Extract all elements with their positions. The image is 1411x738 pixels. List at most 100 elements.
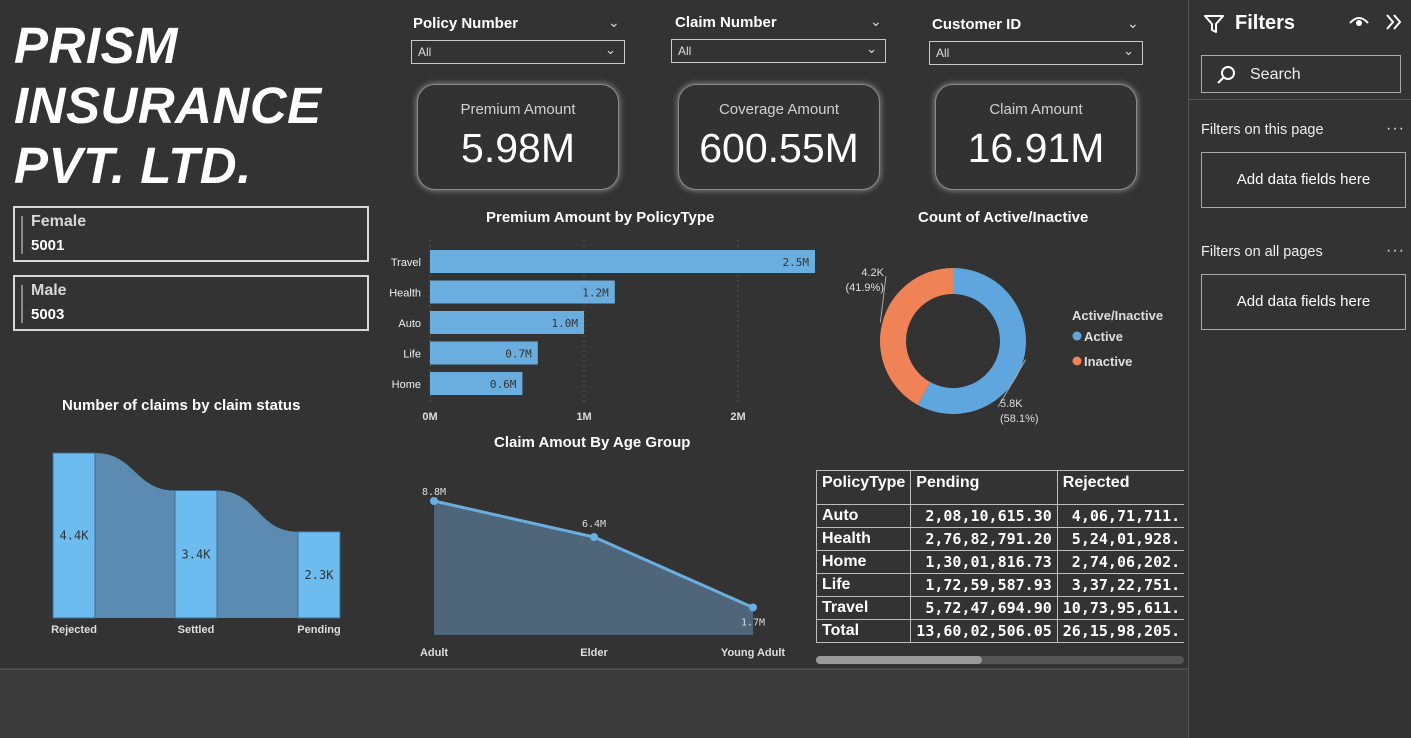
matrix-scrollbar-thumb[interactable] xyxy=(816,656,982,664)
more-options-icon[interactable]: ··· xyxy=(1386,242,1405,260)
collapse-icon[interactable] xyxy=(1385,13,1403,31)
category-label: Young Adult xyxy=(721,647,785,659)
coverage-amount-card[interactable]: Coverage Amount 600.55M xyxy=(678,84,880,190)
matrix-row: Health 2,76,82,791.20 5,24,01,928. xyxy=(816,527,1184,551)
eye-icon[interactable] xyxy=(1349,15,1369,29)
matrix-cell: Home xyxy=(816,550,912,574)
card-accent-bar xyxy=(21,285,23,323)
matrix-header-policytype[interactable]: PolicyType xyxy=(816,470,912,505)
claims-matrix[interactable]: PolicyType Pending Rejected Auto 2,08,10,… xyxy=(816,470,1184,648)
legend-marker[interactable] xyxy=(1072,356,1082,366)
chevron-down-icon: ⌄ xyxy=(1123,43,1134,58)
category-label: Settled xyxy=(178,624,215,636)
claim-amount-card[interactable]: Claim Amount 16.91M xyxy=(935,84,1137,190)
data-label: 1.0M xyxy=(552,317,579,330)
matrix-cell: Auto xyxy=(816,504,912,528)
male-count: 5003 xyxy=(31,306,65,323)
policy-number-slicer-title: Policy Number xyxy=(413,15,519,32)
matrix-cell: 5,24,01,928. xyxy=(1056,527,1184,551)
chevron-down-icon[interactable]: ⌄ xyxy=(870,13,882,30)
matrix-total-row: Total 13,60,02,506.05 26,15,98,205. xyxy=(816,619,1184,643)
filter-icon xyxy=(1204,15,1224,33)
search-placeholder: Search xyxy=(1250,66,1301,83)
data-label: 4.4K xyxy=(60,529,90,543)
all-pages-filter-drop-zone[interactable]: Add data fields here xyxy=(1201,274,1406,330)
donut-percent-label: (58.1%) xyxy=(1000,413,1039,425)
donut-slice[interactable] xyxy=(880,268,953,405)
claims-by-status-chart[interactable]: 4.4K Rejected 3.4K Settled 2.3K Pending xyxy=(40,440,360,650)
chevron-down-icon[interactable]: ⌄ xyxy=(608,14,620,31)
company-title-line3: PVT. LTD. xyxy=(14,137,252,194)
legend-marker[interactable] xyxy=(1072,331,1082,341)
kpi-value: 5.98M xyxy=(461,125,575,171)
kpi-value: 600.55M xyxy=(699,125,859,171)
category-label: Rejected xyxy=(51,624,97,636)
claim-number-dropdown[interactable]: All ⌄ xyxy=(671,39,886,63)
donut-value-label: 4.2K xyxy=(861,267,884,279)
policy-number-dropdown[interactable]: All ⌄ xyxy=(411,40,625,64)
matrix-cell: 5,72,47,694.90 xyxy=(910,596,1058,620)
female-label: Female xyxy=(31,213,87,230)
matrix-cell: Life xyxy=(816,573,912,597)
category-label: Auto xyxy=(398,318,421,330)
claim-number-value: All xyxy=(678,44,692,58)
report-canvas: PRISM INSURANCE PVT. LTD. Female 5001 Ma… xyxy=(0,0,1188,668)
data-point[interactable] xyxy=(749,603,757,612)
premium-by-policytype-title: Premium Amount by PolicyType xyxy=(486,209,715,226)
matrix-scrollbar[interactable] xyxy=(816,656,1184,664)
matrix-header-pending[interactable]: Pending xyxy=(910,470,1058,505)
matrix-row: Travel 5,72,47,694.90 10,73,95,611. xyxy=(816,596,1184,620)
active-inactive-title: Count of Active/Inactive xyxy=(918,209,1089,226)
category-label: Pending xyxy=(297,624,340,636)
claim-by-age-chart[interactable]: 8.8M Adult 6.4M Elder 1.7M Young Adult xyxy=(410,455,805,665)
kpi-title: Coverage Amount xyxy=(718,101,840,118)
x-tick-label: 1M xyxy=(576,411,591,423)
data-point[interactable] xyxy=(590,533,598,541)
company-title-line2: INSURANCE xyxy=(14,77,322,134)
more-options-icon[interactable]: ··· xyxy=(1386,120,1405,138)
matrix-cell: Health xyxy=(816,527,912,551)
claim-by-age-title: Claim Amout By Age Group xyxy=(494,434,691,451)
legend-label[interactable]: Active xyxy=(1084,329,1123,344)
customer-id-slicer-title: Customer ID xyxy=(932,16,1022,33)
chevron-down-icon[interactable]: ⌄ xyxy=(1127,15,1139,32)
kpi-title: Premium Amount xyxy=(460,101,576,118)
matrix-header-row: PolicyType Pending Rejected xyxy=(816,470,1184,505)
male-card[interactable]: Male 5003 xyxy=(13,275,369,331)
category-label: Elder xyxy=(580,647,608,659)
report-page: PRISM INSURANCE PVT. LTD. Female 5001 Ma… xyxy=(0,0,1411,738)
data-point[interactable] xyxy=(430,497,438,505)
ribbon xyxy=(95,453,175,618)
ribbon xyxy=(217,490,298,618)
female-count: 5001 xyxy=(31,237,65,254)
female-card[interactable]: Female 5001 xyxy=(13,206,369,262)
filters-on-all-pages-label: Filters on all pages xyxy=(1201,244,1323,260)
matrix-table: PolicyType Pending Rejected Auto 2,08,10,… xyxy=(816,470,1184,643)
company-title-line1: PRISM xyxy=(14,17,179,74)
matrix-header-rejected[interactable]: Rejected xyxy=(1056,470,1184,505)
matrix-cell: Travel xyxy=(816,596,912,620)
kpi-title: Claim Amount xyxy=(989,101,1083,118)
page-footer-area xyxy=(0,668,1188,738)
chevron-down-icon: ⌄ xyxy=(866,41,877,56)
kpi-value: 16.91M xyxy=(967,125,1105,171)
donut-percent-label: (41.9%) xyxy=(845,282,884,294)
customer-id-dropdown[interactable]: All ⌄ xyxy=(929,41,1143,65)
premium-amount-card[interactable]: Premium Amount 5.98M xyxy=(417,84,619,190)
matrix-cell: 1,30,01,816.73 xyxy=(910,550,1058,574)
filters-search-input[interactable]: Search xyxy=(1201,55,1401,93)
data-label: 1.7M xyxy=(741,618,765,629)
data-label: 8.8M xyxy=(422,487,446,498)
page-filter-drop-zone[interactable]: Add data fields here xyxy=(1201,152,1406,208)
company-title: PRISM INSURANCE PVT. LTD. xyxy=(14,16,374,196)
data-label: 6.4M xyxy=(582,519,606,530)
legend-label[interactable]: Inactive xyxy=(1084,354,1132,369)
card-accent-bar xyxy=(21,216,23,254)
claims-by-status-title: Number of claims by claim status xyxy=(62,397,301,414)
active-inactive-chart[interactable]: 5.8K (58.1%) 4.2K (41.9%) Active/Inactive Act… xyxy=(830,230,1185,440)
premium-by-policytype-chart[interactable]: 0M 1M 2M Travel 2.5M Health 1.2M Auto 1.0M Life 0.… xyxy=(380,230,830,430)
matrix-row: Auto 2,08,10,615.30 4,06,71,711. xyxy=(816,504,1184,528)
bar[interactable] xyxy=(430,250,815,273)
data-label: 0.6M xyxy=(490,378,517,391)
data-label: 1.2M xyxy=(582,287,609,300)
